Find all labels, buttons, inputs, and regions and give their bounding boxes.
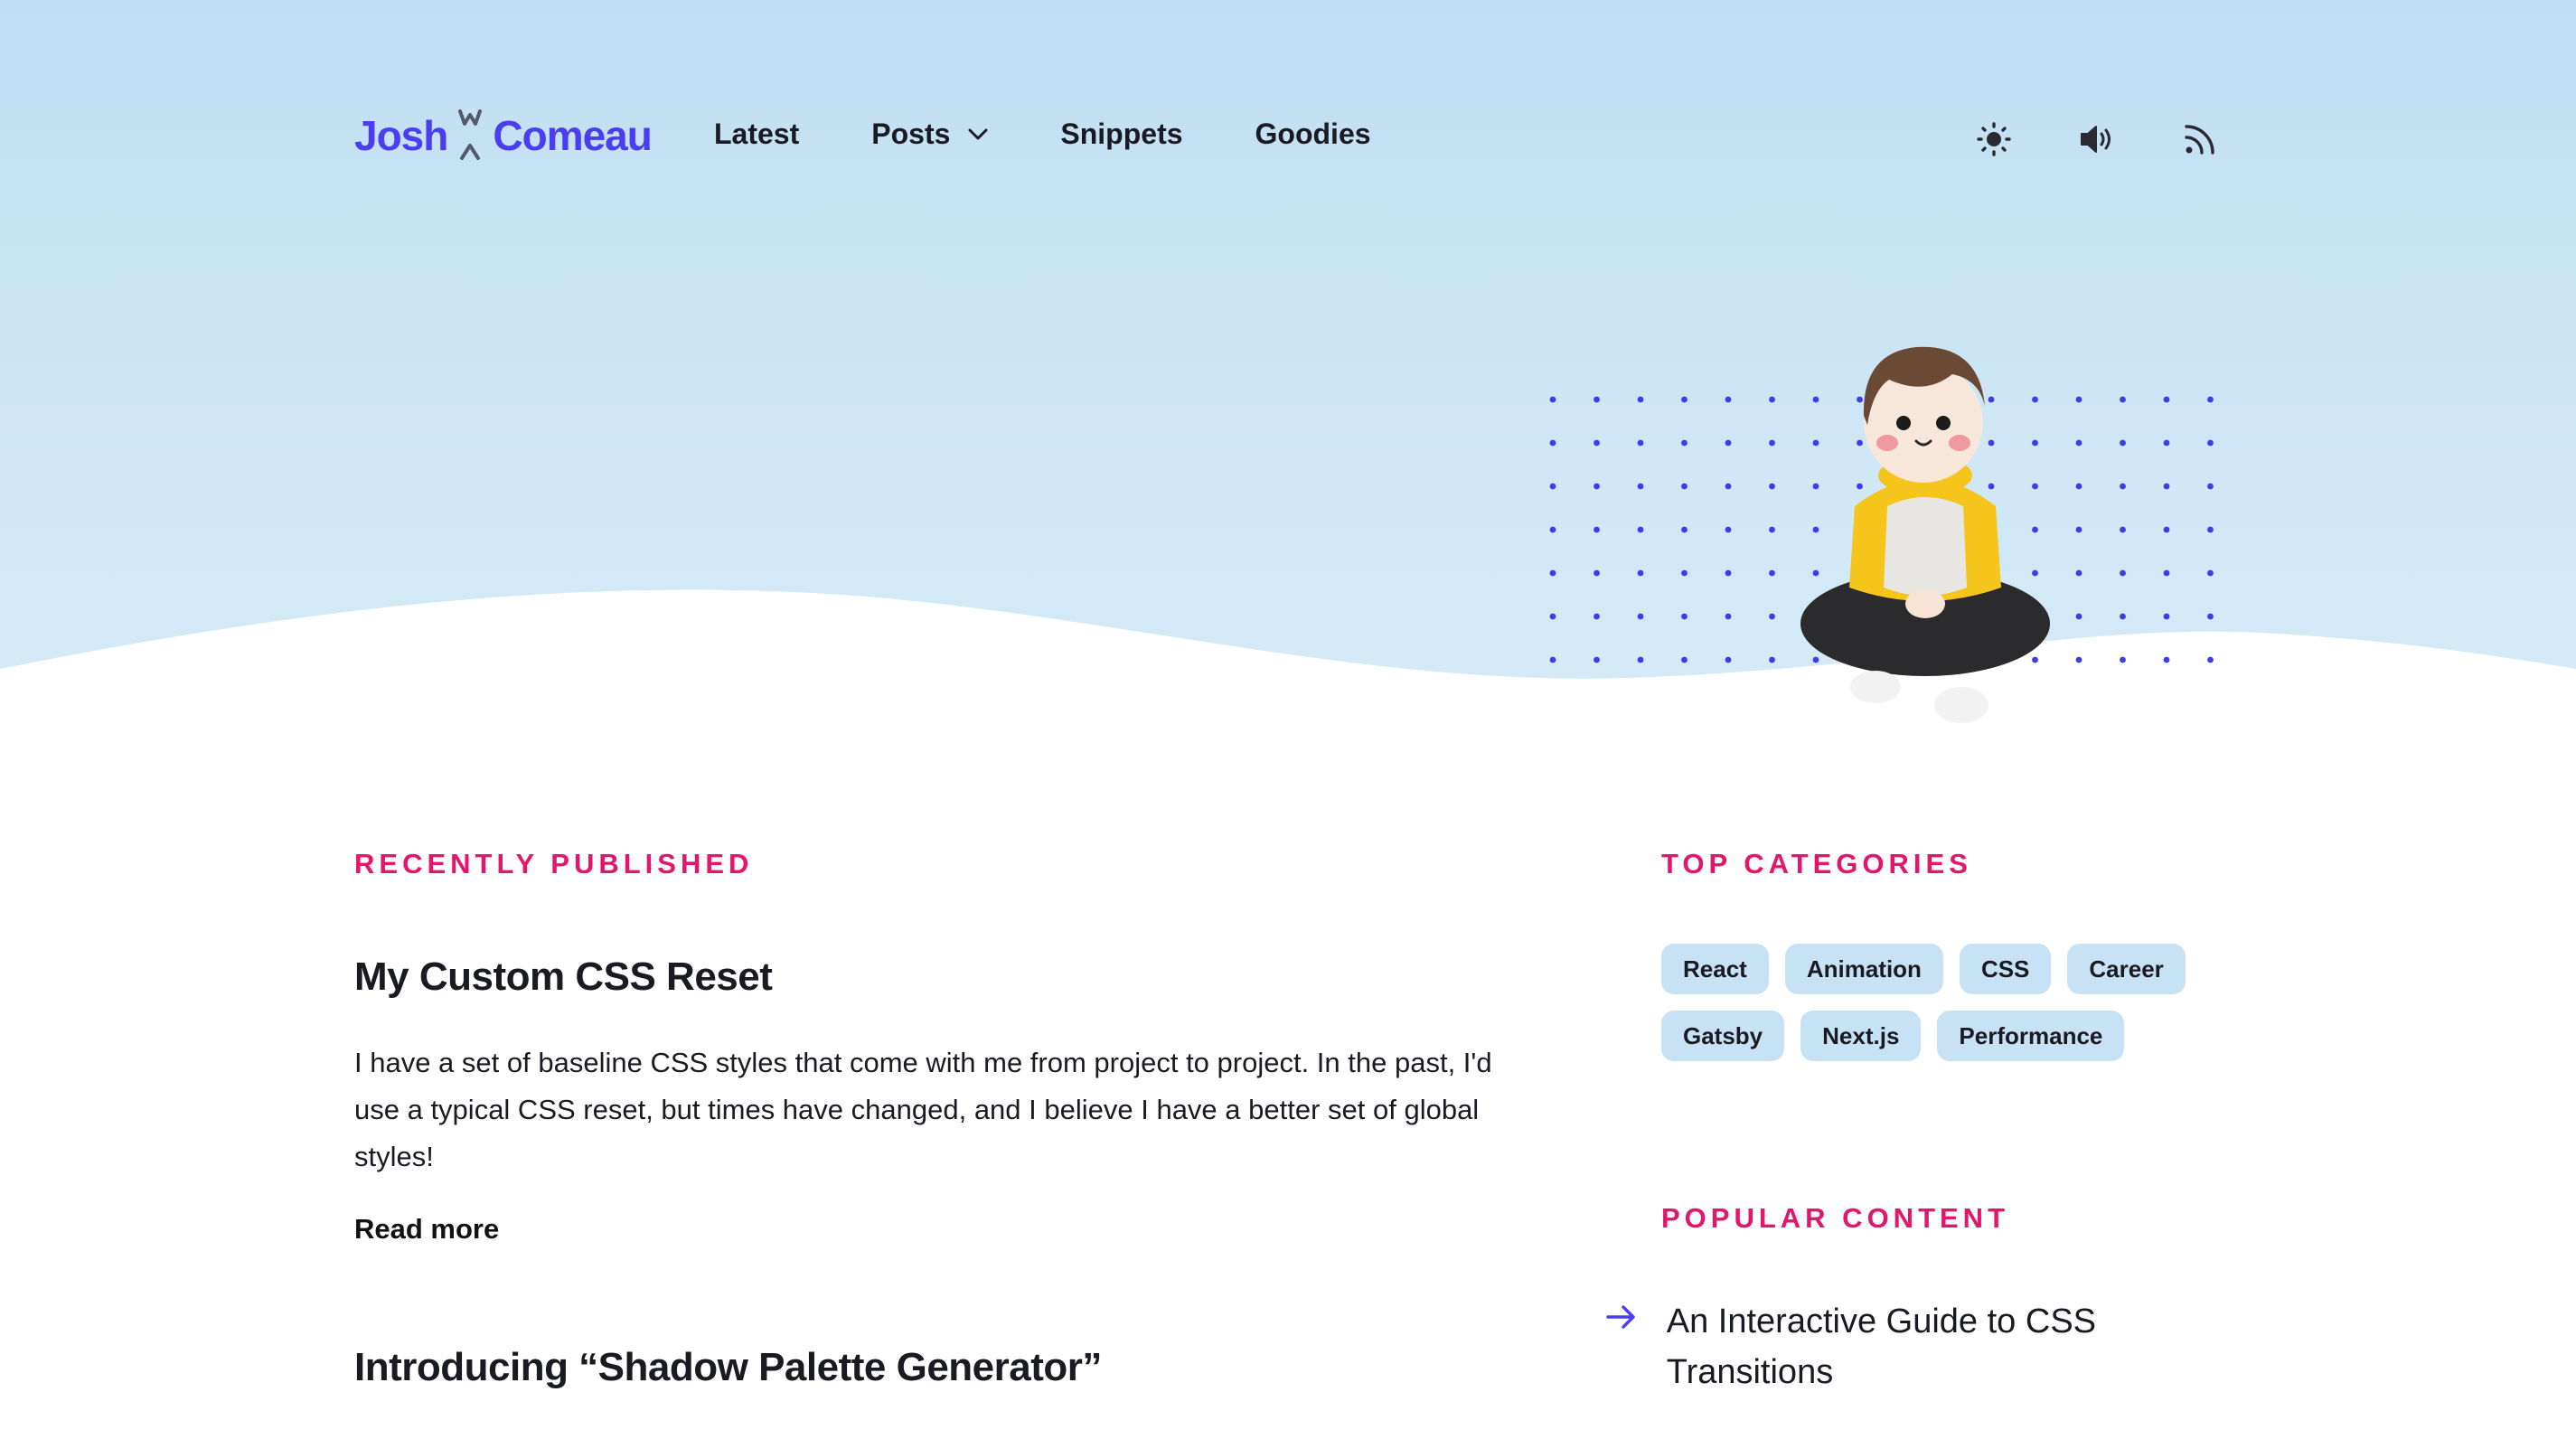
chevron-down-icon — [968, 128, 988, 139]
popular-content-heading: POPULAR CONTENT — [1661, 1202, 2009, 1234]
post-title-link[interactable]: My Custom CSS Reset — [354, 955, 773, 1000]
logo-last-name: Comeau — [493, 112, 652, 159]
arrow-right-icon — [1605, 1296, 1640, 1397]
category-tag-list: React Animation CSS Career Gatsby Next.j… — [1661, 944, 2204, 1077]
main-nav: Latest Posts Snippets Goodies — [714, 118, 1443, 151]
rss-icon — [2185, 125, 2214, 155]
recently-published-heading: RECENTLY PUBLISHED — [354, 848, 754, 879]
category-tag-css[interactable]: CSS — [1959, 944, 2052, 994]
popular-list-item: An Interactive Guide to CSS Transitions — [1605, 1296, 2238, 1397]
read-more-link[interactable]: Read more — [354, 1213, 499, 1246]
nav-posts-label: Posts — [871, 118, 951, 150]
logo-squiggle-icon — [453, 104, 487, 167]
category-tag-react[interactable]: React — [1661, 944, 1769, 994]
category-tag-career[interactable]: Career — [2067, 944, 2186, 994]
category-tag-nextjs[interactable]: Next.js — [1800, 1011, 1922, 1061]
popular-content-link[interactable]: An Interactive Guide to CSS Transitions — [1667, 1296, 2238, 1397]
sound-toggle-button[interactable] — [2077, 119, 2117, 159]
nav-snippets-label: Snippets — [1060, 118, 1183, 150]
category-tag-animation[interactable]: Animation — [1784, 944, 1943, 994]
nav-snippets[interactable]: Snippets — [1060, 118, 1182, 151]
logo-first-name: Josh — [354, 112, 448, 159]
site-logo[interactable]: Josh Comeau — [354, 104, 653, 167]
nav-goodies-label: Goodies — [1255, 118, 1371, 150]
volume-icon — [2081, 126, 2111, 153]
post-title-link[interactable]: Introducing “Shadow Palette Generator” — [354, 1345, 1102, 1390]
nav-posts[interactable]: Posts — [871, 118, 988, 151]
nav-goodies[interactable]: Goodies — [1255, 118, 1371, 151]
avatar-illustration — [1800, 346, 2050, 723]
rss-feed-button[interactable] — [2180, 119, 2220, 159]
nav-latest-label: Latest — [714, 118, 800, 150]
post-excerpt: I have a set of baseline CSS styles that… — [354, 1047, 1492, 1172]
nav-latest[interactable]: Latest — [714, 118, 799, 151]
sun-icon — [1977, 122, 2011, 156]
top-categories-heading: TOP CATEGORIES — [1661, 848, 1972, 879]
category-tag-performance[interactable]: Performance — [1937, 1011, 2125, 1061]
category-tag-gatsby[interactable]: Gatsby — [1661, 1011, 1785, 1061]
theme-toggle-button[interactable] — [1974, 119, 2014, 159]
header-actions — [1974, 119, 2283, 159]
